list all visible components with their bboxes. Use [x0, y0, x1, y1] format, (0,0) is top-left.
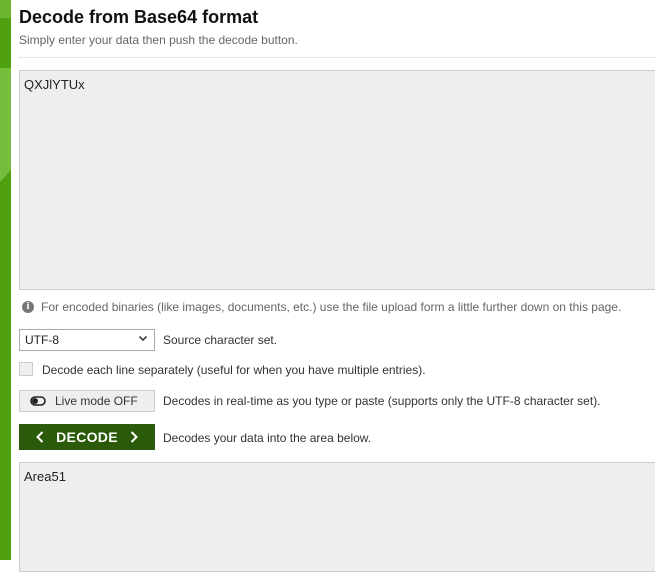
decode-lines-checkbox[interactable]: [19, 362, 33, 376]
info-text: For encoded binaries (like images, docum…: [41, 300, 622, 314]
input-textarea[interactable]: QXJlYTUx: [19, 70, 655, 290]
accent-segment: [0, 0, 11, 18]
decode-lines-label[interactable]: Decode each line separately (useful for …: [42, 363, 426, 377]
live-mode-description: Decodes in real-time as you type or past…: [163, 394, 601, 408]
chevron-left-icon: [36, 431, 44, 443]
charset-label: Source character set.: [163, 333, 278, 347]
output-textarea[interactable]: Area51: [19, 462, 655, 572]
info-note: i For encoded binaries (like images, doc…: [22, 300, 621, 314]
chevron-down-icon: [138, 333, 148, 346]
page-subtitle: Simply enter your data then push the dec…: [19, 33, 298, 47]
left-accent-bar: [0, 0, 11, 560]
chevron-right-icon: [130, 431, 138, 443]
charset-select[interactable]: UTF-8: [19, 329, 155, 351]
decode-button-label: DECODE: [56, 429, 118, 445]
page-title: Decode from Base64 format: [19, 7, 259, 27]
decode-button[interactable]: DECODE: [19, 424, 155, 450]
toggle-icon: [30, 396, 46, 406]
accent-segment-highlight: [0, 68, 11, 170]
info-icon: i: [22, 301, 34, 313]
header-divider: [19, 57, 655, 58]
live-mode-button[interactable]: Live mode OFF: [19, 390, 155, 412]
live-mode-label: Live mode OFF: [55, 394, 138, 408]
decode-description: Decodes your data into the area below.: [163, 431, 372, 445]
charset-selected-value: UTF-8: [25, 333, 59, 347]
